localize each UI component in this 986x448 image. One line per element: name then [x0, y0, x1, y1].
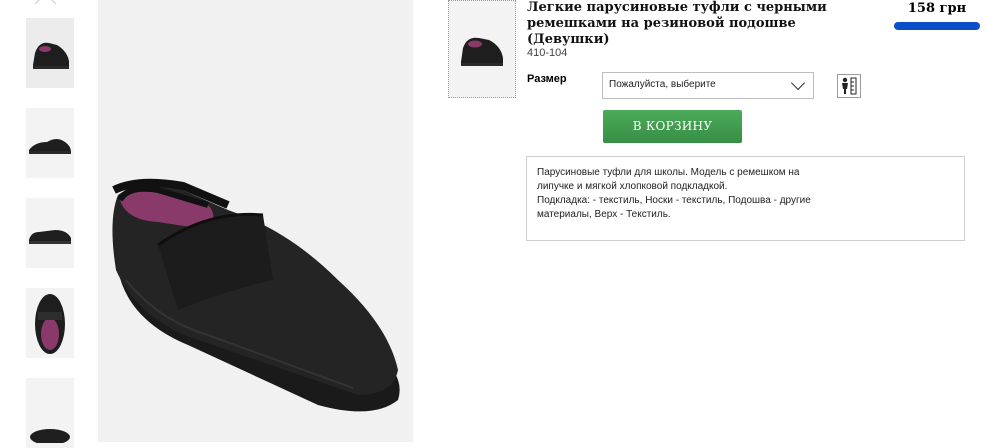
thumbnail-5[interactable]: [26, 378, 74, 448]
size-label: Размер: [527, 73, 567, 85]
chevron-down-icon: [790, 75, 806, 91]
size-select[interactable]: Пожалуйста, выберите: [602, 72, 814, 99]
shoe-sole-image: [30, 429, 70, 443]
price-accent-bar: [894, 22, 980, 30]
product-price: 158 грн: [907, 1, 967, 16]
thumbnail-column: [0, 0, 100, 448]
thumbnail-4[interactable]: [26, 288, 74, 358]
person-ruler-icon: [842, 77, 857, 95]
product-title: Легкие парусиновые туфли с черными ремеш…: [527, 0, 827, 47]
shoe-image: [112, 178, 400, 412]
thumbnail-1[interactable]: [26, 18, 74, 88]
shoe-mini-image: [461, 37, 503, 66]
shoe-profile-image: [29, 230, 71, 244]
thumbnail-2[interactable]: [26, 108, 74, 178]
size-select-placeholder: Пожалуйста, выберите: [609, 79, 716, 90]
selected-product-thumbnail: [448, 0, 516, 98]
thumbnail-3[interactable]: [26, 198, 74, 268]
shoe-top-image: [35, 294, 65, 354]
description-materials: Подкладка: - текстиль, Носки - текстиль,…: [537, 195, 811, 220]
main-product-image: [98, 0, 413, 442]
chevron-up-icon[interactable]: [34, 0, 57, 15]
product-sku: 410-104: [527, 47, 568, 59]
shoe-side-image: [29, 139, 71, 154]
add-to-cart-button[interactable]: В КОРЗИНУ: [603, 110, 742, 143]
description-text: Парусиновые туфли для школы. Модель с ре…: [537, 167, 800, 192]
product-description: Парусиновые туфли для школы. Модель с ре…: [526, 156, 965, 241]
shoe-side-image: [33, 42, 69, 69]
size-guide-icon[interactable]: [837, 74, 861, 98]
